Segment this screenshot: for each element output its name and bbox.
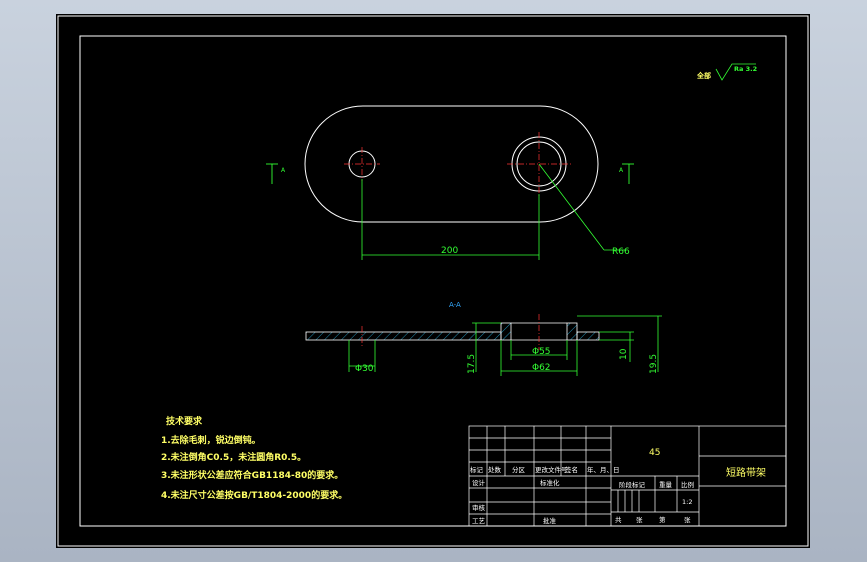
boss-wall-right [566, 322, 578, 341]
section-marker-right [622, 163, 634, 184]
bore-dia-dim: Φ55 [532, 347, 551, 357]
tb-sheet-total: 共 [615, 515, 622, 524]
tb-label-sign: 签名 [565, 465, 578, 474]
tb-weight-label: 重量 [659, 481, 673, 489]
section-label-left: A [281, 167, 286, 174]
boss-dia-dim: Φ62 [532, 363, 551, 373]
tb-scale-label: 比例 [681, 480, 694, 489]
plate-section-left [305, 331, 502, 341]
section-label-right: A [619, 167, 624, 174]
title-block-text: 标记 处数 分区 更改文件号 签名 年、月、日 设计 标准化 审核 工艺 批准 … [470, 448, 766, 525]
center-distance-dim: 200 [441, 246, 458, 256]
tb-approve: 批准 [543, 516, 557, 525]
tb-standardize: 标准化 [540, 478, 560, 487]
tb-review: 审核 [472, 503, 486, 512]
tb-label-date: 年、月、日 [587, 465, 620, 474]
outer-frame [57, 15, 809, 547]
tech-item-3: 3.未注形状公差应符合GB1184-80的要求。 [161, 469, 343, 481]
tb-label-zone: 分区 [512, 465, 526, 474]
tb-label-count: 处数 [488, 465, 502, 474]
tb-scale-value: 1:2 [682, 498, 692, 506]
tb-material: 45 [649, 448, 660, 458]
tech-item-1: 1.去除毛刺，锐边倒钝。 [161, 434, 261, 446]
plan-view: 200 R66 A A [266, 105, 634, 260]
cad-drawing: 全部 Ra 3.2 200 R66 A A A-A Φ30 Φ55 Φ62 17… [57, 15, 809, 547]
total-height-dim: 19.5 [649, 354, 659, 374]
section-view: Φ30 Φ55 Φ62 17.5 10 19.5 [305, 314, 662, 376]
tb-sheet-word: 张 [636, 515, 643, 524]
tech-item-4: 4.未注尺寸公差按GB/T1804-2000的要求。 [161, 489, 347, 501]
tb-process: 工艺 [472, 517, 486, 525]
tech-requirements: 技术要求 1.去除毛刺，锐边倒钝。 2.未注倒角C0.5，未注圆角R0.5。 3… [161, 415, 347, 501]
surface-finish-symbol: 全部 Ra 3.2 [696, 63, 757, 81]
tb-label-changedoc: 更改文件号 [535, 465, 568, 474]
tb-drawing-title: 短路带架 [726, 466, 766, 479]
section-marker-left [266, 163, 278, 184]
tb-sheet-no: 第 [659, 515, 666, 524]
tb-stage-label: 阶段标记 [619, 480, 646, 489]
tb-label-mark: 标记 [470, 465, 484, 474]
tb-design: 设计 [472, 478, 486, 487]
surface-finish-prefix: 全部 [696, 71, 711, 80]
hole-dia-dim: Φ30 [355, 364, 374, 374]
plate-section-right [576, 331, 600, 341]
tb-sheet-word2: 张 [684, 515, 691, 524]
boss-height-dim: 17.5 [467, 354, 477, 374]
surface-finish-value: Ra 3.2 [734, 65, 757, 73]
drawing-viewport[interactable]: 全部 Ra 3.2 200 R66 A A A-A Φ30 Φ55 Φ62 17… [56, 14, 810, 548]
tech-item-2: 2.未注倒角C0.5，未注圆角R0.5。 [161, 451, 306, 463]
tech-heading: 技术要求 [166, 415, 203, 427]
boss-wall-left [500, 322, 512, 341]
radius-dim: R66 [612, 247, 630, 257]
plate-thickness-dim: 10 [619, 348, 629, 360]
plan-dimensions [361, 163, 626, 260]
section-view-label: A-A [449, 301, 461, 309]
